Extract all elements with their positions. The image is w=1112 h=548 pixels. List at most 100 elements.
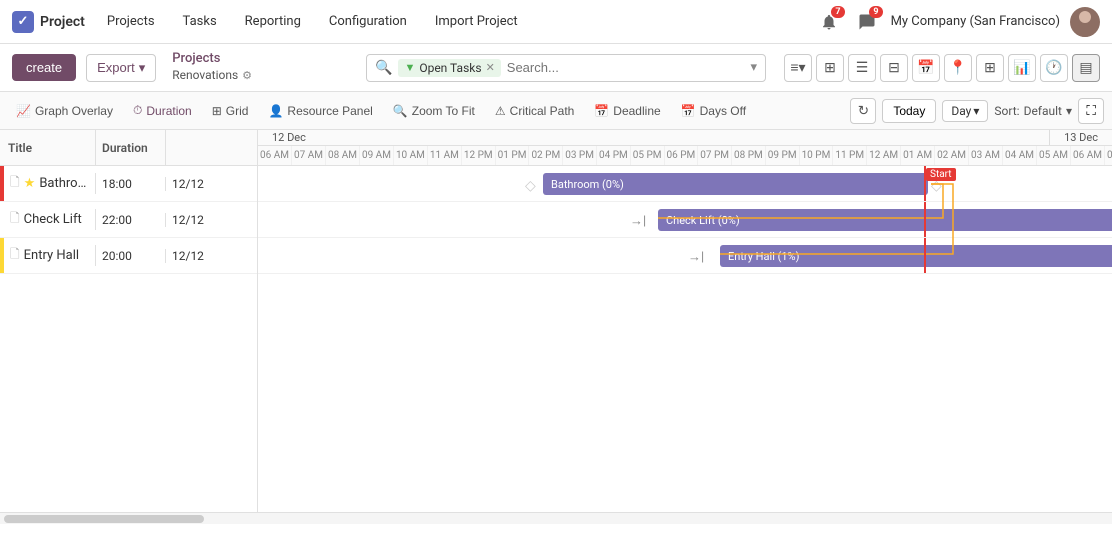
view-clock-btn[interactable]: 🕐	[1040, 54, 1068, 82]
task-name[interactable]: Bathroom	[39, 176, 89, 191]
left-panel: Title Duration 🗋 ★ Bathroom 18:00 12/12	[0, 130, 258, 512]
expand-btn[interactable]: ⛶	[1078, 98, 1104, 124]
view-table-btn[interactable]: ⊞	[976, 54, 1004, 82]
gantt-row: →| Check Lift (0%)	[258, 202, 1112, 238]
resource-panel-btn[interactable]: 👤 Resource Panel	[260, 100, 380, 122]
create-button[interactable]: create	[12, 54, 76, 81]
gantt-bar-label: Bathroom (0%)	[551, 178, 624, 191]
sort-dropdown-icon[interactable]: ▾	[1066, 104, 1072, 118]
start-marker-row3	[924, 238, 926, 273]
bottom-scrollbar[interactable]	[0, 512, 1112, 524]
grid-btn[interactable]: ⊞ Grid	[204, 100, 257, 122]
gantt-container: Title Duration 🗋 ★ Bathroom 18:00 12/12	[0, 130, 1112, 512]
column-headers: Title Duration	[0, 130, 257, 166]
zoom-label: Zoom To Fit	[412, 104, 475, 118]
hour-label: 06 AM	[1071, 146, 1105, 166]
export-button[interactable]: Export ▾	[86, 54, 156, 82]
filter-tag: ▼ Open Tasks ✕	[398, 59, 500, 77]
day-select[interactable]: Day ▾	[942, 100, 988, 122]
settings-gear-icon[interactable]: ⚙	[242, 69, 252, 83]
task-title-cell: 🗋 Check Lift	[4, 209, 96, 230]
filter-icon: ▼	[404, 61, 415, 74]
view-list-btn[interactable]: ☰	[848, 54, 876, 82]
hour-label: 03 PM	[563, 146, 597, 166]
hour-label: 07 AM	[1105, 146, 1112, 166]
hour-label: 04 PM	[597, 146, 631, 166]
start-marker-row2	[924, 202, 926, 237]
resource-panel-icon: 👤	[268, 104, 283, 118]
hour-label: 11 PM	[833, 146, 867, 166]
nav-reporting[interactable]: Reporting	[239, 10, 307, 33]
app-brand[interactable]: Project	[12, 11, 85, 33]
critical-path-btn[interactable]: ⚠ Critical Path	[487, 100, 582, 122]
hour-label: 04 AM	[1003, 146, 1037, 166]
hour-row: 06 AM07 AM08 AM09 AM10 AM11 AM12 PM01 PM…	[258, 146, 1112, 166]
view-gantt-btn[interactable]: ▤	[1072, 54, 1100, 82]
col-header-start	[166, 130, 257, 165]
task-star-icon[interactable]: ★	[24, 176, 36, 191]
search-bar: 🔍 ▼ Open Tasks ✕ ▾	[366, 54, 766, 82]
view-split-btn[interactable]: ⊟	[880, 54, 908, 82]
hour-label: 11 AM	[428, 146, 462, 166]
duration-label: Duration	[146, 104, 191, 118]
toolbar: 📈 Graph Overlay ⏱ Duration ⊞ Grid 👤 Reso…	[0, 92, 1112, 130]
zoom-to-fit-btn[interactable]: 🔍 Zoom To Fit	[385, 100, 483, 122]
task-title-cell: 🗋 Entry Hall	[4, 245, 96, 266]
gantt-bar-check-lift[interactable]: Check Lift (0%)	[658, 209, 1112, 231]
days-off-btn[interactable]: 📅 Days Off	[673, 100, 754, 122]
nav-import-project[interactable]: Import Project	[429, 10, 524, 33]
start-label: Start	[926, 168, 956, 181]
deadline-label: Deadline	[613, 104, 660, 118]
duration-icon: ⏱	[133, 103, 142, 118]
sort-value: Default	[1024, 104, 1062, 118]
gantt-bar-entry-hall[interactable]: Entry Hall (1%)	[720, 245, 1112, 267]
view-filter-btn[interactable]: ≡▾	[784, 54, 812, 82]
nav-tasks[interactable]: Tasks	[177, 10, 223, 33]
avatar[interactable]	[1070, 7, 1100, 37]
task-start: 12/12	[166, 249, 257, 263]
task-name[interactable]: Entry Hall	[24, 248, 79, 263]
hour-label: 05 PM	[631, 146, 665, 166]
nav-projects[interactable]: Projects	[101, 10, 161, 33]
hour-label: 09 AM	[360, 146, 394, 166]
sort-control: Sort: Default ▾	[994, 104, 1072, 118]
notification-chat-btn[interactable]: 9	[853, 8, 881, 36]
table-row: 🗋 Entry Hall 20:00 12/12	[0, 238, 257, 274]
search-dropdown-arrow[interactable]: ▾	[750, 60, 757, 75]
resource-panel-label: Resource Panel	[287, 104, 372, 118]
hour-label: 12 AM	[867, 146, 901, 166]
view-map-btn[interactable]: 📍	[944, 54, 972, 82]
today-btn[interactable]: Today	[882, 99, 936, 123]
task-duration: 18:00	[96, 177, 166, 191]
col-duration-label: Duration	[102, 141, 148, 155]
task-duration: 22:00	[96, 213, 166, 227]
hour-label: 08 AM	[326, 146, 360, 166]
breadcrumb-main[interactable]: Projects	[172, 51, 252, 68]
gantt-bar-bathroom[interactable]: Bathroom (0%)	[543, 173, 928, 195]
date-label-13dec: 13 Dec	[1058, 130, 1104, 146]
notif-badge-2: 9	[869, 6, 882, 18]
hour-label: 01 AM	[901, 146, 935, 166]
gantt-bar-label: Check Lift (0%)	[666, 214, 740, 227]
hour-label: 10 PM	[800, 146, 834, 166]
view-kanban-btn[interactable]: ⊞	[816, 54, 844, 82]
notification-bell-btn[interactable]: 7	[815, 8, 843, 36]
hour-label: 02 AM	[935, 146, 969, 166]
deadline-btn[interactable]: 📅 Deadline	[586, 100, 668, 122]
company-name: My Company (San Francisco)	[891, 14, 1060, 29]
task-rows: 🗋 ★ Bathroom 18:00 12/12 🗋 Check Lift 22…	[0, 166, 257, 512]
gantt-row: →| Entry Hall (1%)	[258, 238, 1112, 274]
duration-btn[interactable]: ⏱ Duration	[125, 99, 200, 122]
hour-label: 08 PM	[732, 146, 766, 166]
gantt-bar-label: Entry Hall (1%)	[728, 250, 799, 263]
nav-configuration[interactable]: Configuration	[323, 10, 413, 33]
refresh-btn[interactable]: ↻	[850, 98, 876, 124]
view-chart-btn[interactable]: 📊	[1008, 54, 1036, 82]
task-name[interactable]: Check Lift	[24, 212, 82, 227]
filter-tag-close[interactable]: ✕	[486, 61, 495, 74]
search-input[interactable]	[507, 60, 745, 75]
scrollbar-thumb[interactable]	[4, 515, 204, 523]
view-calendar-btn[interactable]: 📅	[912, 54, 940, 82]
task-title-cell: 🗋 ★ Bathroom	[4, 173, 96, 194]
graph-overlay-btn[interactable]: 📈 Graph Overlay	[8, 100, 121, 122]
